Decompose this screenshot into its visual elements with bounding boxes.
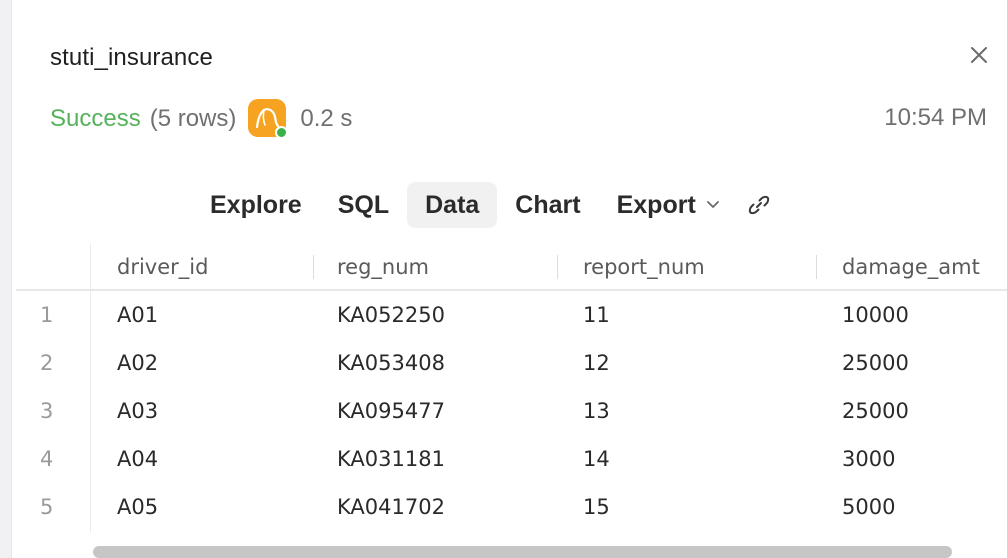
link-icon (748, 195, 769, 215)
cell-report-num[interactable]: 11 (583, 303, 610, 327)
results-table: driver_id reg_num report_num damage_amt … (16, 243, 1007, 533)
column-divider[interactable] (557, 255, 558, 279)
table-row[interactable]: 2 A02 KA053408 12 25000 (16, 339, 1007, 387)
column-header-damage-amt[interactable]: damage_amt (842, 255, 980, 279)
row-number: 3 (40, 399, 54, 423)
status-row: Success (5 rows) 0.2 s (50, 98, 352, 140)
cell-reg-num[interactable]: KA031181 (337, 447, 445, 471)
copy-link-button[interactable] (742, 188, 776, 222)
cell-damage-amt[interactable]: 25000 (842, 351, 909, 375)
connection-status-dot (275, 126, 289, 139)
column-header-reg-num[interactable]: reg_num (337, 255, 429, 279)
cell-driver-id[interactable]: A02 (117, 351, 158, 375)
cell-driver-id[interactable]: A03 (117, 399, 158, 423)
mysql-dolphin-icon (248, 99, 289, 139)
row-number: 4 (40, 447, 54, 471)
table-row[interactable]: 5 A05 KA041702 15 5000 (16, 483, 1007, 531)
column-header-driver-id[interactable]: driver_id (117, 255, 208, 279)
query-timestamp: 10:54 PM (884, 104, 987, 131)
left-panel-edge (0, 0, 12, 558)
table-row[interactable]: 3 A03 KA095477 13 25000 (16, 387, 1007, 435)
cell-reg-num[interactable]: KA095477 (337, 399, 445, 423)
cell-damage-amt[interactable]: 3000 (842, 447, 895, 471)
tab-export[interactable]: Export (599, 182, 738, 228)
cell-report-num[interactable]: 12 (583, 351, 610, 375)
cell-driver-id[interactable]: A05 (117, 495, 158, 519)
table-row[interactable]: 1 A01 KA052250 11 10000 (16, 291, 1007, 339)
view-tabs: Explore SQL Data Chart Export (192, 182, 776, 228)
table-header: driver_id reg_num report_num damage_amt (16, 243, 1007, 291)
row-number: 5 (40, 495, 54, 519)
column-header-report-num[interactable]: report_num (583, 255, 705, 279)
cell-reg-num[interactable]: KA041702 (337, 495, 445, 519)
cell-report-num[interactable]: 13 (583, 399, 610, 423)
cell-reg-num[interactable]: KA052250 (337, 303, 445, 327)
table-row[interactable]: 4 A04 KA031181 14 3000 (16, 435, 1007, 483)
column-divider[interactable] (313, 255, 314, 279)
tab-data[interactable]: Data (407, 182, 498, 228)
cell-damage-amt[interactable]: 10000 (842, 303, 909, 327)
close-icon (971, 47, 987, 63)
tab-explore[interactable]: Explore (192, 182, 320, 228)
tab-chart[interactable]: Chart (497, 182, 598, 228)
cell-damage-amt[interactable]: 25000 (842, 399, 909, 423)
cell-damage-amt[interactable]: 5000 (842, 495, 895, 519)
row-number: 1 (40, 303, 54, 327)
status-text: Success (50, 105, 141, 132)
tab-sql[interactable]: SQL (320, 182, 407, 228)
cell-driver-id[interactable]: A04 (117, 447, 158, 471)
cell-driver-id[interactable]: A01 (117, 303, 158, 327)
row-count: (5 rows) (149, 105, 237, 132)
cell-report-num[interactable]: 14 (583, 447, 610, 471)
cell-report-num[interactable]: 15 (583, 495, 610, 519)
cell-reg-num[interactable]: KA053408 (337, 351, 445, 375)
close-button[interactable] (966, 42, 992, 68)
page-title: stuti_insurance (50, 44, 213, 71)
chevron-down-icon (706, 200, 720, 210)
horizontal-scrollbar-thumb[interactable] (93, 546, 952, 558)
tab-export-label: Export (616, 190, 696, 219)
column-divider[interactable] (816, 255, 817, 279)
query-duration: 0.2 s (300, 105, 353, 132)
row-number: 2 (40, 351, 54, 375)
